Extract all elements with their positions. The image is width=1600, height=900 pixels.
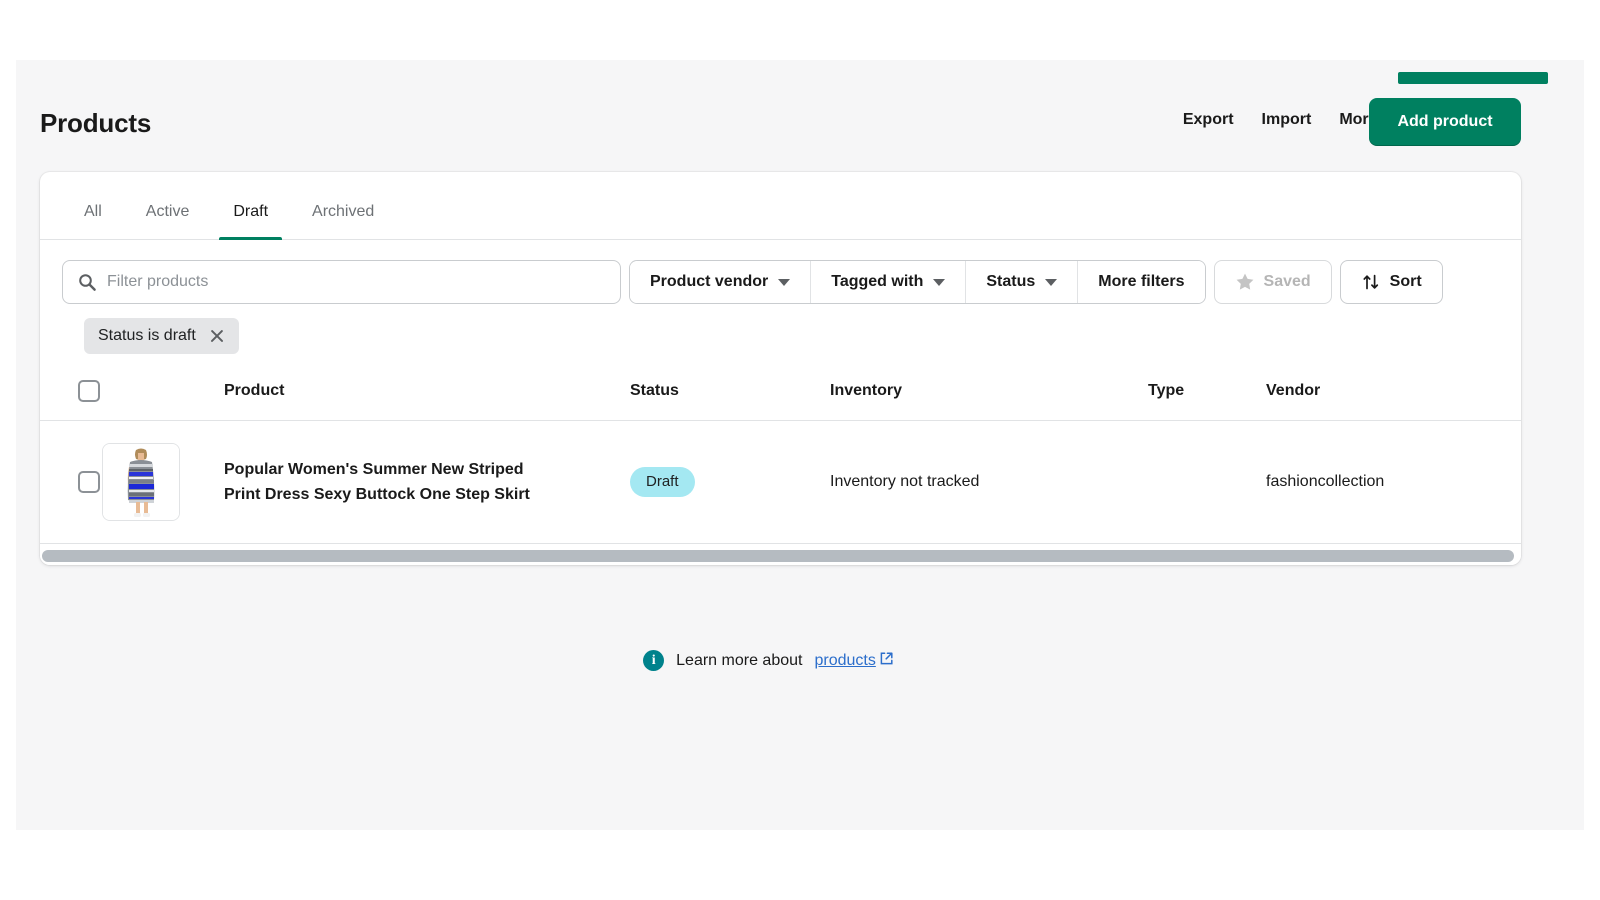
product-type-cell	[1148, 421, 1266, 544]
tab-all[interactable]: All	[62, 204, 124, 240]
segmented-filter-group: Product vendor Tagged with Status More f…	[629, 260, 1206, 304]
more-filters-button[interactable]: More filters	[1078, 261, 1205, 303]
tagged-with-filter-button[interactable]: Tagged with	[811, 261, 967, 303]
chevron-down-icon	[778, 278, 791, 286]
product-name-link[interactable]: Popular Women's Summer New Striped Print…	[224, 457, 554, 508]
thumbnail-header	[102, 380, 224, 421]
products-link-label[interactable]: products	[814, 652, 875, 669]
column-header-status[interactable]: Status	[630, 380, 830, 421]
table-header-row: Product Status Inventory Type Vendor	[40, 380, 1521, 421]
import-button[interactable]: Import	[1248, 103, 1326, 137]
add-product-button[interactable]: Add product	[1369, 98, 1521, 146]
saved-filters-label: Saved	[1263, 273, 1311, 290]
products-help-link[interactable]: products	[814, 651, 893, 670]
tab-archived[interactable]: Archived	[290, 204, 396, 240]
applied-filters-row: Status is draft	[62, 304, 1499, 354]
star-icon	[1236, 273, 1253, 290]
column-header-type[interactable]: Type	[1148, 380, 1266, 421]
products-table: Product Status Inventory Type Vendor Pop…	[40, 380, 1521, 543]
table-row[interactable]: Popular Women's Summer New Striped Print…	[40, 421, 1521, 544]
product-name-cell: Popular Women's Summer New Striped Print…	[224, 421, 630, 544]
product-vendor-filter-label: Product vendor	[650, 273, 769, 290]
status-badge: Draft	[630, 466, 695, 498]
export-button[interactable]: Export	[1169, 103, 1248, 137]
column-header-product[interactable]: Product	[224, 380, 630, 421]
tab-draft[interactable]: Draft	[211, 204, 290, 240]
select-all-checkbox[interactable]	[78, 380, 100, 402]
column-header-inventory[interactable]: Inventory	[830, 380, 1148, 421]
external-link-icon	[880, 652, 893, 665]
chevron-down-icon	[1045, 278, 1058, 286]
product-vendor-filter-button[interactable]: Product vendor	[630, 261, 812, 303]
products-table-wrap: Product Status Inventory Type Vendor Pop…	[40, 380, 1521, 565]
row-select-cell	[40, 421, 102, 544]
search-field-wrap	[62, 260, 621, 304]
scrollbar-thumb[interactable]	[42, 550, 1514, 562]
product-inventory-cell: Inventory not tracked	[830, 473, 980, 490]
search-input[interactable]	[62, 260, 621, 304]
tagged-with-filter-label: Tagged with	[831, 273, 924, 290]
info-icon: i	[643, 650, 665, 671]
product-status-tabs: All Active Draft Archived	[40, 172, 1521, 240]
applied-filter-status-is-draft[interactable]: Status is draft	[84, 318, 239, 354]
filters-area: Product vendor Tagged with Status More f…	[40, 240, 1521, 354]
row-checkbox[interactable]	[78, 471, 100, 493]
tab-active[interactable]: Active	[124, 204, 212, 240]
product-status-cell: Draft	[630, 421, 830, 544]
status-filter-button[interactable]: Status	[966, 261, 1079, 303]
learn-more-text: Learn more about	[676, 651, 803, 669]
page-header: Products Export Import More actions Add …	[16, 60, 1548, 172]
filter-row: Product vendor Tagged with Status More f…	[62, 260, 1499, 304]
saved-filters-button[interactable]: Saved	[1213, 260, 1332, 304]
product-thumbnail-cell	[102, 421, 224, 544]
products-table-head: Product Status Inventory Type Vendor	[40, 380, 1521, 421]
product-vendor-cell: fashioncollection	[1266, 473, 1385, 490]
app-frame: Products Export Import More actions Add …	[16, 60, 1584, 830]
learn-more-footer: i Learn more about products	[16, 650, 1521, 671]
product-thumbnail[interactable]	[102, 443, 180, 521]
close-icon[interactable]	[209, 328, 225, 344]
sort-arrows-icon	[1363, 274, 1378, 290]
applied-filter-label: Status is draft	[98, 327, 196, 344]
column-header-vendor[interactable]: Vendor	[1266, 380, 1521, 421]
loading-progress-bar	[1398, 72, 1548, 84]
select-all-header	[40, 380, 102, 421]
products-table-body: Popular Women's Summer New Striped Print…	[40, 421, 1521, 544]
page-title: Products	[40, 108, 152, 138]
striped-dress-photo	[103, 444, 179, 520]
sort-button[interactable]: Sort	[1339, 260, 1443, 304]
products-card: All Active Draft Archived Product v	[40, 172, 1521, 565]
sort-label: Sort	[1389, 273, 1422, 290]
chevron-down-icon	[933, 278, 946, 286]
tabs-row: All Active Draft Archived	[40, 172, 1521, 240]
table-horizontal-scrollbar[interactable]	[40, 543, 1521, 565]
status-filter-label: Status	[986, 273, 1036, 290]
